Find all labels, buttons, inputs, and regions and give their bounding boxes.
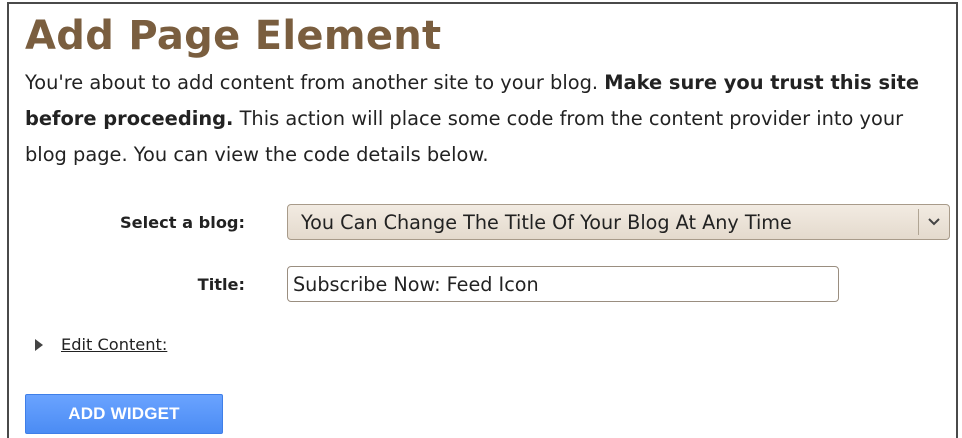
disclosure-triangle-right-icon[interactable]: [35, 338, 43, 351]
intro-text: You're about to add content from another…: [25, 65, 940, 173]
edit-content-link[interactable]: Edit Content:: [61, 335, 167, 354]
edit-content-toggle[interactable]: Edit Content:: [35, 335, 167, 354]
title-label: Title:: [197, 275, 245, 294]
blog-select-value: You Can Change The Title Of Your Blog At…: [301, 210, 792, 234]
blog-select-dropdown[interactable]: You Can Change The Title Of Your Blog At…: [287, 204, 950, 240]
page-title: Add Page Element: [25, 13, 442, 59]
dialog-panel: Add Page Element You're about to add con…: [7, 2, 958, 438]
title-input[interactable]: [287, 266, 839, 302]
select-blog-label: Select a blog:: [119, 213, 245, 232]
intro-text-part1: You're about to add content from another…: [25, 71, 605, 94]
add-widget-button[interactable]: ADD WIDGET: [25, 394, 223, 434]
chevron-down-icon[interactable]: [919, 205, 949, 239]
